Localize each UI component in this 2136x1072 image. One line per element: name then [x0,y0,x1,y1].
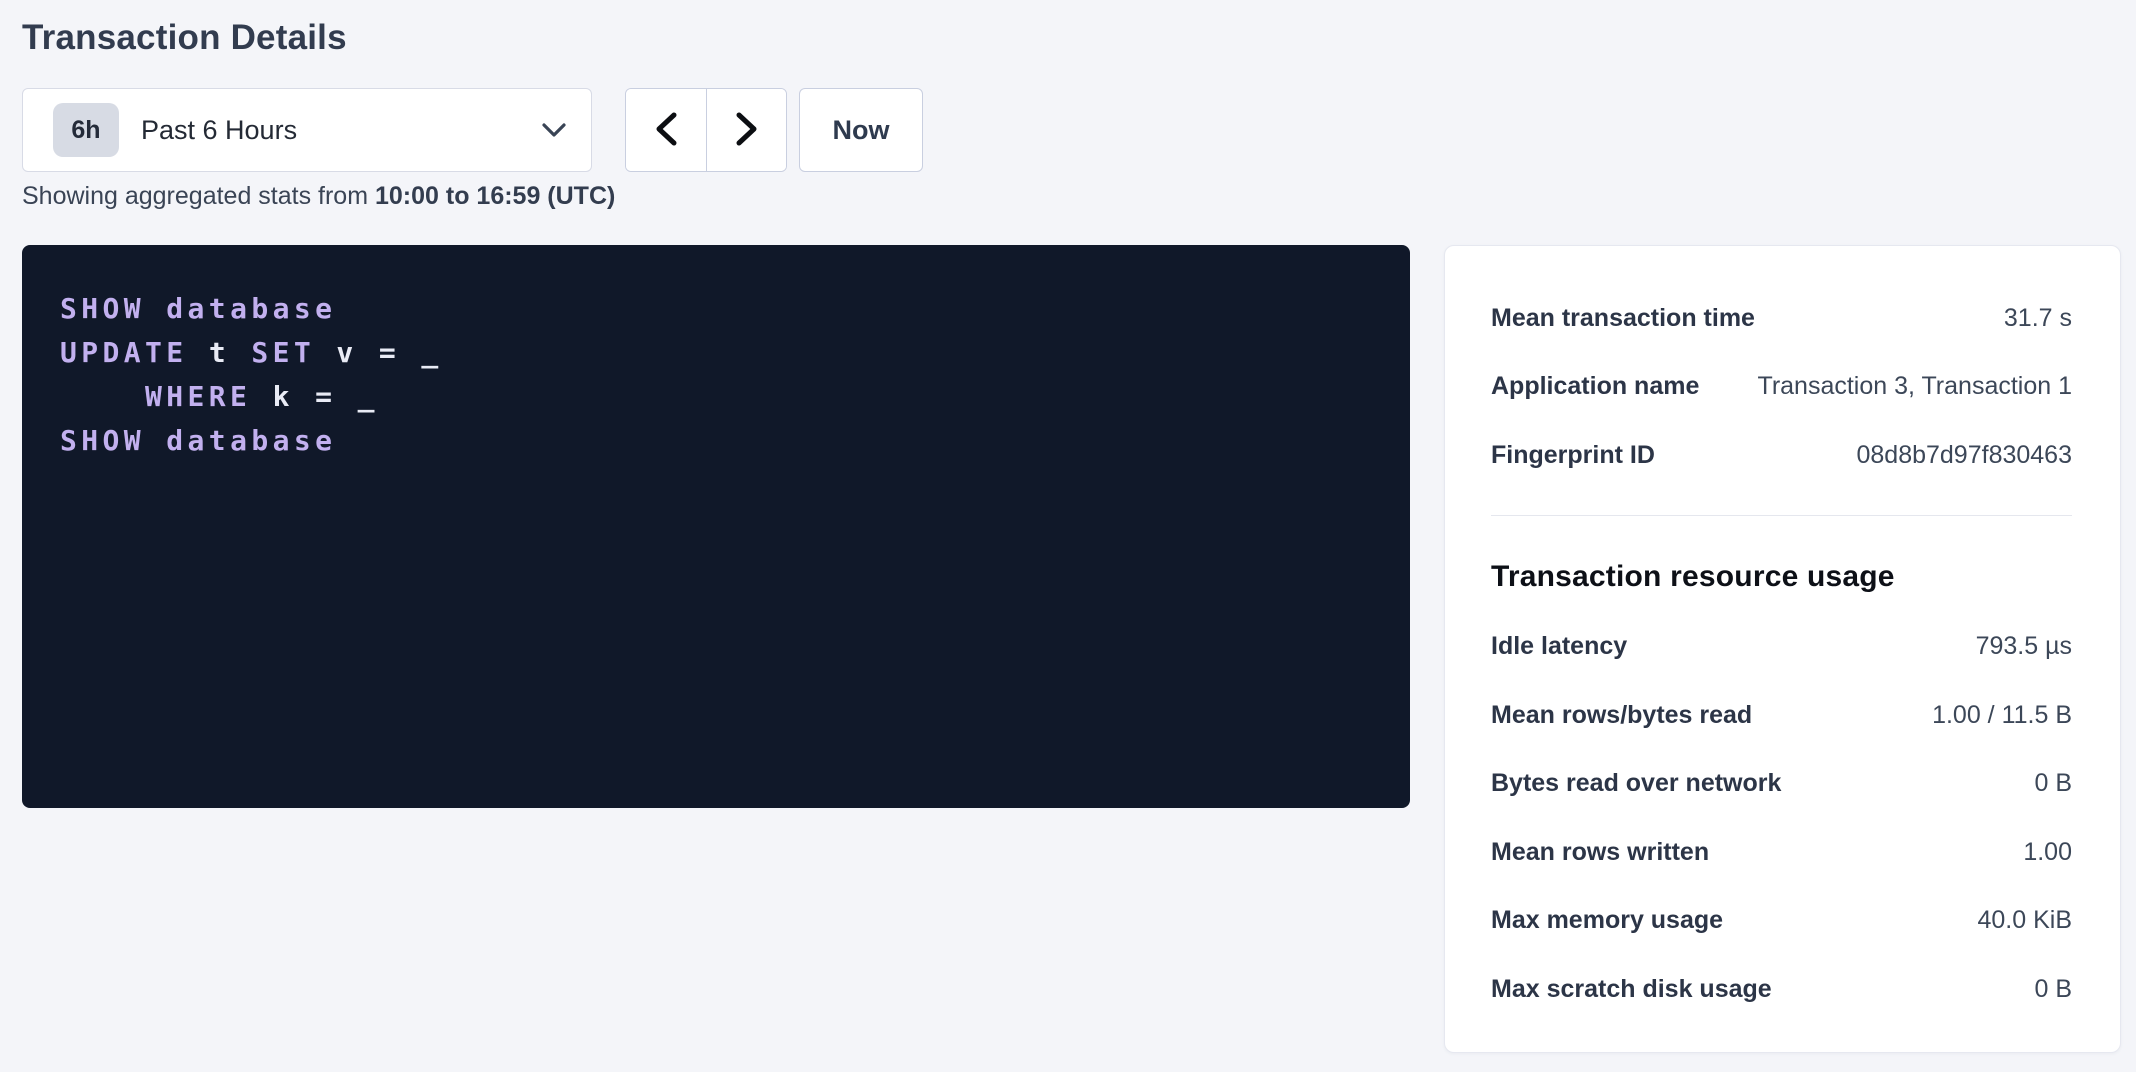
stat-label: Max scratch disk usage [1491,975,1772,1004]
time-shift-group [625,88,787,172]
chevron-right-icon [734,111,760,150]
stat-row: Mean transaction time 31.7 s [1491,284,2072,353]
stat-label: Mean transaction time [1491,304,1755,333]
sql-code-line: SHOW database [60,419,1380,463]
stat-row: Idle latency 793.5 µs [1491,613,2072,682]
panel-divider [1491,515,2072,516]
stat-value: 0 B [2034,769,2072,798]
stat-row: Max memory usage 40.0 KiB [1491,887,2072,956]
sql-statements-box: SHOW databaseUPDATE t SET v = _ WHERE k … [22,245,1410,808]
sql-code-line: WHERE k = _ [60,375,1380,419]
stat-label: Bytes read over network [1491,769,1781,798]
stat-value: 793.5 µs [1976,632,2072,661]
stat-label: Idle latency [1491,632,1627,661]
aggregation-range-text: Showing aggregated stats from 10:00 to 1… [22,182,615,211]
next-time-button[interactable] [706,89,786,171]
stat-value: 1.00 / 11.5 B [1932,701,2072,730]
chevron-down-icon [541,122,567,138]
stat-value: Transaction 3, Transaction 1 [1757,372,2072,401]
time-range-selected: Past 6 Hours [141,115,541,146]
stat-row: Max scratch disk usage 0 B [1491,955,2072,1024]
chevron-left-icon [653,111,679,150]
sql-code-line: SHOW database [60,287,1380,331]
resource-usage-heading: Transaction resource usage [1491,556,2072,598]
time-range-badge: 6h [53,103,119,157]
stat-row: Application name Transaction 3, Transacti… [1491,353,2072,422]
previous-time-button[interactable] [626,89,706,171]
stat-value: 08d8b7d97f830463 [1856,441,2072,470]
stat-value: 0 B [2034,975,2072,1004]
stat-label: Max memory usage [1491,906,1723,935]
stat-value: 31.7 s [2004,304,2072,333]
page-title: Transaction Details [22,18,2136,58]
sql-code-line: UPDATE t SET v = _ [60,331,1380,375]
time-range-dropdown[interactable]: 6h Past 6 Hours [22,88,592,172]
stat-row: Fingerprint ID 08d8b7d97f830463 [1491,421,2072,490]
time-controls: 6h Past 6 Hours Now [22,88,923,172]
transaction-detail-panel: Mean transaction time 31.7 s Application n… [1444,245,2121,1053]
stat-row: Mean rows written 1.00 [1491,818,2072,887]
now-button[interactable]: Now [799,88,923,172]
main-content: SHOW databaseUPDATE t SET v = _ WHERE k … [22,245,2121,1053]
summary-rows: Mean transaction time 31.7 s Application n… [1491,284,2072,490]
stat-row: Bytes read over network 0 B [1491,750,2072,819]
stat-value: 1.00 [2023,838,2072,867]
stat-label: Application name [1491,372,1699,401]
stat-label: Fingerprint ID [1491,441,1655,470]
stat-value: 40.0 KiB [1977,906,2072,935]
stat-label: Mean rows/bytes read [1491,701,1752,730]
stat-row: Mean rows/bytes read 1.00 / 11.5 B [1491,681,2072,750]
aggregation-range-value: 10:00 to 16:59 (UTC) [375,182,615,210]
usage-rows: Idle latency 793.5 µs Mean rows/bytes read… [1491,613,2072,1024]
transaction-details-page: Transaction Details 6h Past 6 Hours Now … [0,0,2136,1072]
aggregation-range-prefix: Showing aggregated stats from [22,182,375,210]
stat-label: Mean rows written [1491,838,1709,867]
